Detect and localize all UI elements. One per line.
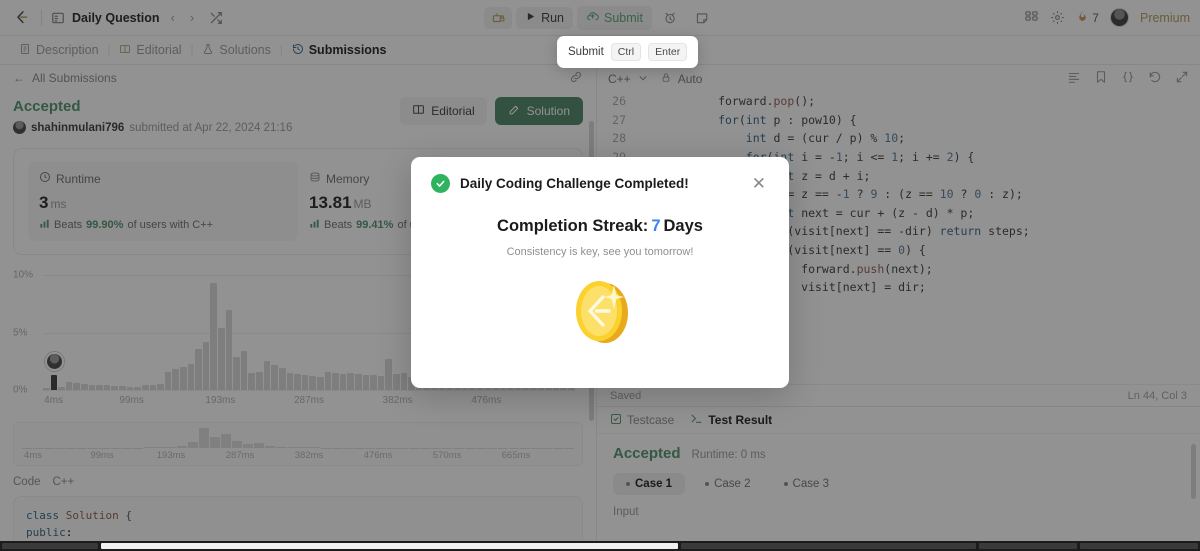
modal-title: Daily Coding Challenge Completed! [460, 176, 689, 191]
streak-suffix: Days [663, 217, 703, 235]
taskbar-item[interactable] [100, 543, 678, 549]
taskbar-item[interactable] [680, 543, 977, 549]
taskbar-item[interactable] [2, 543, 98, 549]
close-icon[interactable]: ✕ [749, 173, 769, 194]
taskbar-item[interactable] [1080, 543, 1198, 549]
tooltip-key-enter: Enter [648, 43, 688, 61]
leetcode-coin-icon [569, 275, 632, 352]
check-circle-icon [431, 174, 450, 193]
modal-subtitle: Consistency is key, see you tomorrow! [506, 246, 694, 258]
daily-challenge-modal: Daily Coding Challenge Completed! ✕ Comp… [411, 157, 789, 388]
completion-streak-line: Completion Streak: 7 Days [431, 217, 769, 236]
leetcode-submission-page: Daily Question ‹ › Run Submit 7 Premium … [0, 0, 1200, 551]
tooltip-key-ctrl: Ctrl [610, 43, 642, 61]
taskbar-item[interactable] [979, 543, 1078, 549]
streak-count: 7 [651, 217, 661, 235]
submit-shortcut-tooltip: Submit Ctrl Enter [557, 36, 699, 68]
streak-prefix: Completion Streak: [497, 217, 649, 235]
tooltip-label: Submit [568, 46, 604, 58]
modal-header: Daily Coding Challenge Completed! ✕ [431, 173, 769, 194]
os-taskbar[interactable] [0, 541, 1200, 551]
coin-container [431, 275, 769, 352]
